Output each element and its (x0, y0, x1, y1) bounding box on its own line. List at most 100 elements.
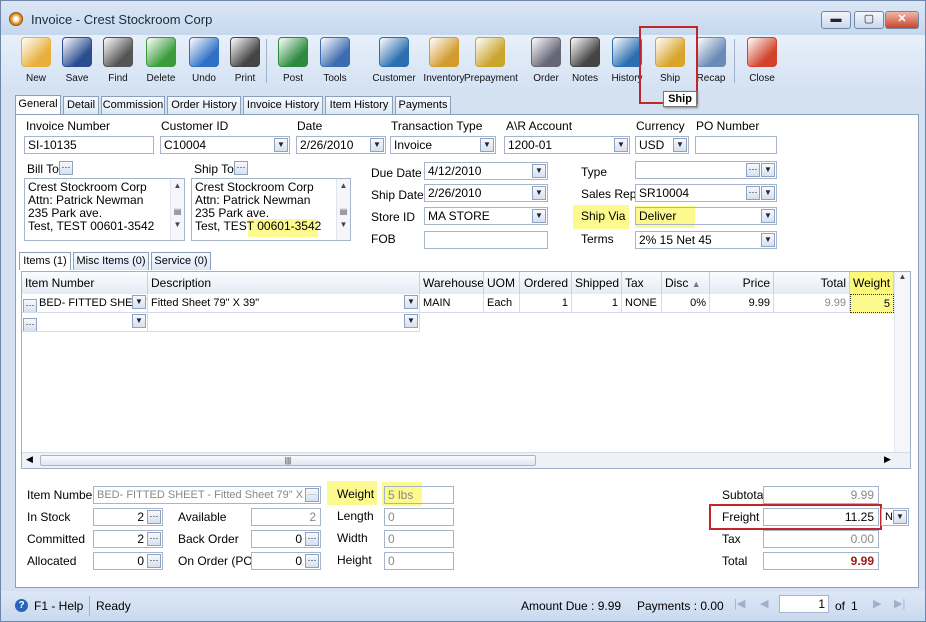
chevron-down-icon[interactable]: ▼ (404, 295, 418, 309)
freight-field[interactable]: 11.25 (763, 508, 879, 526)
column-header-total[interactable]: Total (774, 272, 850, 294)
column-header-warehouse[interactable]: Warehouse (420, 272, 484, 294)
column-header-ordered[interactable]: Ordered (520, 272, 572, 294)
currency-select[interactable]: USD ▼ (635, 136, 689, 154)
ship-date-field[interactable]: 2/26/2010 ▼ (424, 184, 548, 202)
store-id-select[interactable]: MA STORE ▼ (424, 207, 548, 225)
terms-select[interactable]: 2% 15 Net 45 ▼ (635, 231, 777, 249)
toolbar-notes-button[interactable]: Notes (564, 35, 606, 87)
toolbar-close-button[interactable]: Close (741, 35, 783, 87)
tab-general[interactable]: General (15, 95, 61, 114)
chevron-down-icon[interactable]: ▼ (404, 314, 418, 328)
fob-field[interactable] (424, 231, 548, 249)
grid-new-row-description[interactable]: ▼ (148, 313, 420, 332)
lookup-icon[interactable]: ··· (23, 299, 37, 312)
page-number-input[interactable]: 1 (779, 595, 829, 613)
type-select[interactable]: ··· ▼ (635, 161, 777, 179)
grid-cell-disc[interactable]: 0% (662, 294, 710, 313)
lookup-icon[interactable]: ··· (305, 554, 319, 568)
column-header-item-number[interactable]: Item Number (22, 272, 148, 294)
ship-to-lookup-button[interactable]: ··· (234, 161, 248, 175)
grid-cell-shipped[interactable]: 1 (572, 294, 622, 313)
toolbar-prepayment-button[interactable]: Prepayment (464, 35, 518, 87)
tab-payments[interactable]: Payments (395, 96, 451, 114)
help-hint[interactable]: F1 - Help (34, 599, 83, 613)
scroll-right-icon[interactable]: ▶ (884, 454, 891, 465)
maximize-button[interactable]: ▢ (854, 11, 884, 29)
grid-vertical-scrollbar[interactable]: ▲ (894, 272, 910, 452)
chevron-down-icon[interactable]: ▼ (370, 138, 384, 152)
toolbar-customer-button[interactable]: Customer (368, 35, 420, 87)
chevron-down-icon[interactable]: ▼ (480, 138, 494, 152)
grid-cell-item-number[interactable]: ··· BED- FITTED SHEET ▼ (22, 294, 148, 313)
chevron-down-icon[interactable]: ▼ (761, 163, 775, 177)
transaction-type-select[interactable]: Invoice ▼ (390, 136, 496, 154)
chevron-down-icon[interactable]: ▼ (532, 164, 546, 178)
chevron-down-icon[interactable]: ▼ (761, 233, 775, 247)
lookup-icon[interactable]: ··· (305, 488, 319, 502)
grid-cell-warehouse[interactable]: MAIN (420, 294, 484, 313)
grid-cell-description[interactable]: Fitted Sheet 79" X 39" ▼ (148, 294, 420, 313)
column-header-price[interactable]: Price (710, 272, 774, 294)
column-header-description[interactable]: Description (148, 272, 420, 294)
due-date-field[interactable]: 4/12/2010 ▼ (424, 162, 548, 180)
grid-new-row-item-number[interactable]: ··· ▼ (22, 313, 148, 332)
help-icon[interactable]: ? (15, 599, 28, 612)
tab-item-history[interactable]: Item History (325, 96, 393, 114)
toolbar-delete-button[interactable]: Delete (140, 35, 182, 87)
lookup-icon[interactable]: ··· (746, 186, 760, 200)
tab-items[interactable]: Items (1) (19, 252, 71, 270)
toolbar-save-button[interactable]: Save (56, 35, 98, 87)
tab-order-history[interactable]: Order History (167, 96, 241, 114)
toolbar-print-button[interactable]: Print (224, 35, 266, 87)
chevron-down-icon[interactable]: ▼ (532, 186, 546, 200)
toolbar-inventory-button[interactable]: Inventory (418, 35, 470, 87)
tab-detail[interactable]: Detail (63, 96, 99, 114)
grid-cell-weight[interactable]: 5 (850, 294, 894, 313)
grid-cell-ordered[interactable]: 1 (520, 294, 572, 313)
close-window-button[interactable]: ✕ (885, 11, 919, 29)
column-header-tax[interactable]: Tax (622, 272, 662, 294)
tab-invoice-history[interactable]: Invoice History (243, 96, 323, 114)
lookup-icon[interactable]: ··· (305, 532, 319, 546)
chevron-down-icon[interactable]: ▼ (761, 209, 775, 223)
lookup-icon[interactable]: ··· (147, 510, 161, 524)
chevron-down-icon[interactable]: ▼ (132, 314, 146, 328)
chevron-down-icon[interactable]: ▼ (274, 138, 288, 152)
scroll-thumb[interactable]: ||| (40, 455, 536, 466)
invoice-number-field[interactable]: SI-10135 (24, 136, 154, 154)
scroll-left-icon[interactable]: ◀ (26, 454, 33, 465)
date-field[interactable]: 2/26/2010 ▼ (296, 136, 386, 154)
toolbar-order-button[interactable]: Order (525, 35, 567, 87)
column-header-disc[interactable]: Disc ▲ (662, 272, 710, 294)
customer-id-field[interactable]: C10004 ▼ (160, 136, 290, 154)
bill-to-lookup-button[interactable]: ··· (59, 161, 73, 175)
ar-account-select[interactable]: 1200-01 ▼ (504, 136, 630, 154)
lookup-icon[interactable]: ··· (746, 163, 760, 177)
chevron-down-icon[interactable]: ▼ (532, 209, 546, 223)
toolbar-new-button[interactable]: New (15, 35, 57, 87)
ship-via-select[interactable]: Deliver ▼ (635, 207, 777, 225)
grid-cell-uom[interactable]: Each (484, 294, 520, 313)
toolbar-post-button[interactable]: Post (272, 35, 314, 87)
chevron-down-icon[interactable]: ▼ (673, 138, 687, 152)
lookup-icon[interactable]: ··· (23, 318, 37, 331)
first-page-icon[interactable]: |◀ (734, 597, 745, 610)
lookup-icon[interactable]: ··· (147, 532, 161, 546)
ship-to-scrollbar[interactable]: ▲ ▤ ▼ (336, 179, 350, 240)
freight-unit-select[interactable]: N ▼ (881, 508, 909, 526)
toolbar-find-button[interactable]: Find (97, 35, 139, 87)
grid-horizontal-scrollbar[interactable]: ◀ ||| ▶ (22, 452, 910, 468)
toolbar-tools-button[interactable]: Tools (314, 35, 356, 87)
chevron-down-icon[interactable]: ▼ (893, 510, 907, 524)
bill-to-address[interactable]: Crest Stockroom Corp Attn: Patrick Newman… (24, 178, 185, 241)
chevron-down-icon[interactable]: ▼ (761, 186, 775, 200)
prev-page-icon[interactable]: ◀ (760, 597, 768, 610)
bill-to-scrollbar[interactable]: ▲ ▤ ▼ (170, 179, 184, 240)
tab-misc-items[interactable]: Misc Items (0) (73, 252, 149, 270)
column-header-uom[interactable]: UOM (484, 272, 520, 294)
ship-to-address[interactable]: Crest Stockroom Corp Attn: Patrick Newman… (191, 178, 351, 241)
grid-cell-price[interactable]: 9.99 (710, 294, 774, 313)
last-page-icon[interactable]: ▶| (894, 597, 905, 610)
chevron-down-icon[interactable]: ▼ (132, 295, 146, 309)
